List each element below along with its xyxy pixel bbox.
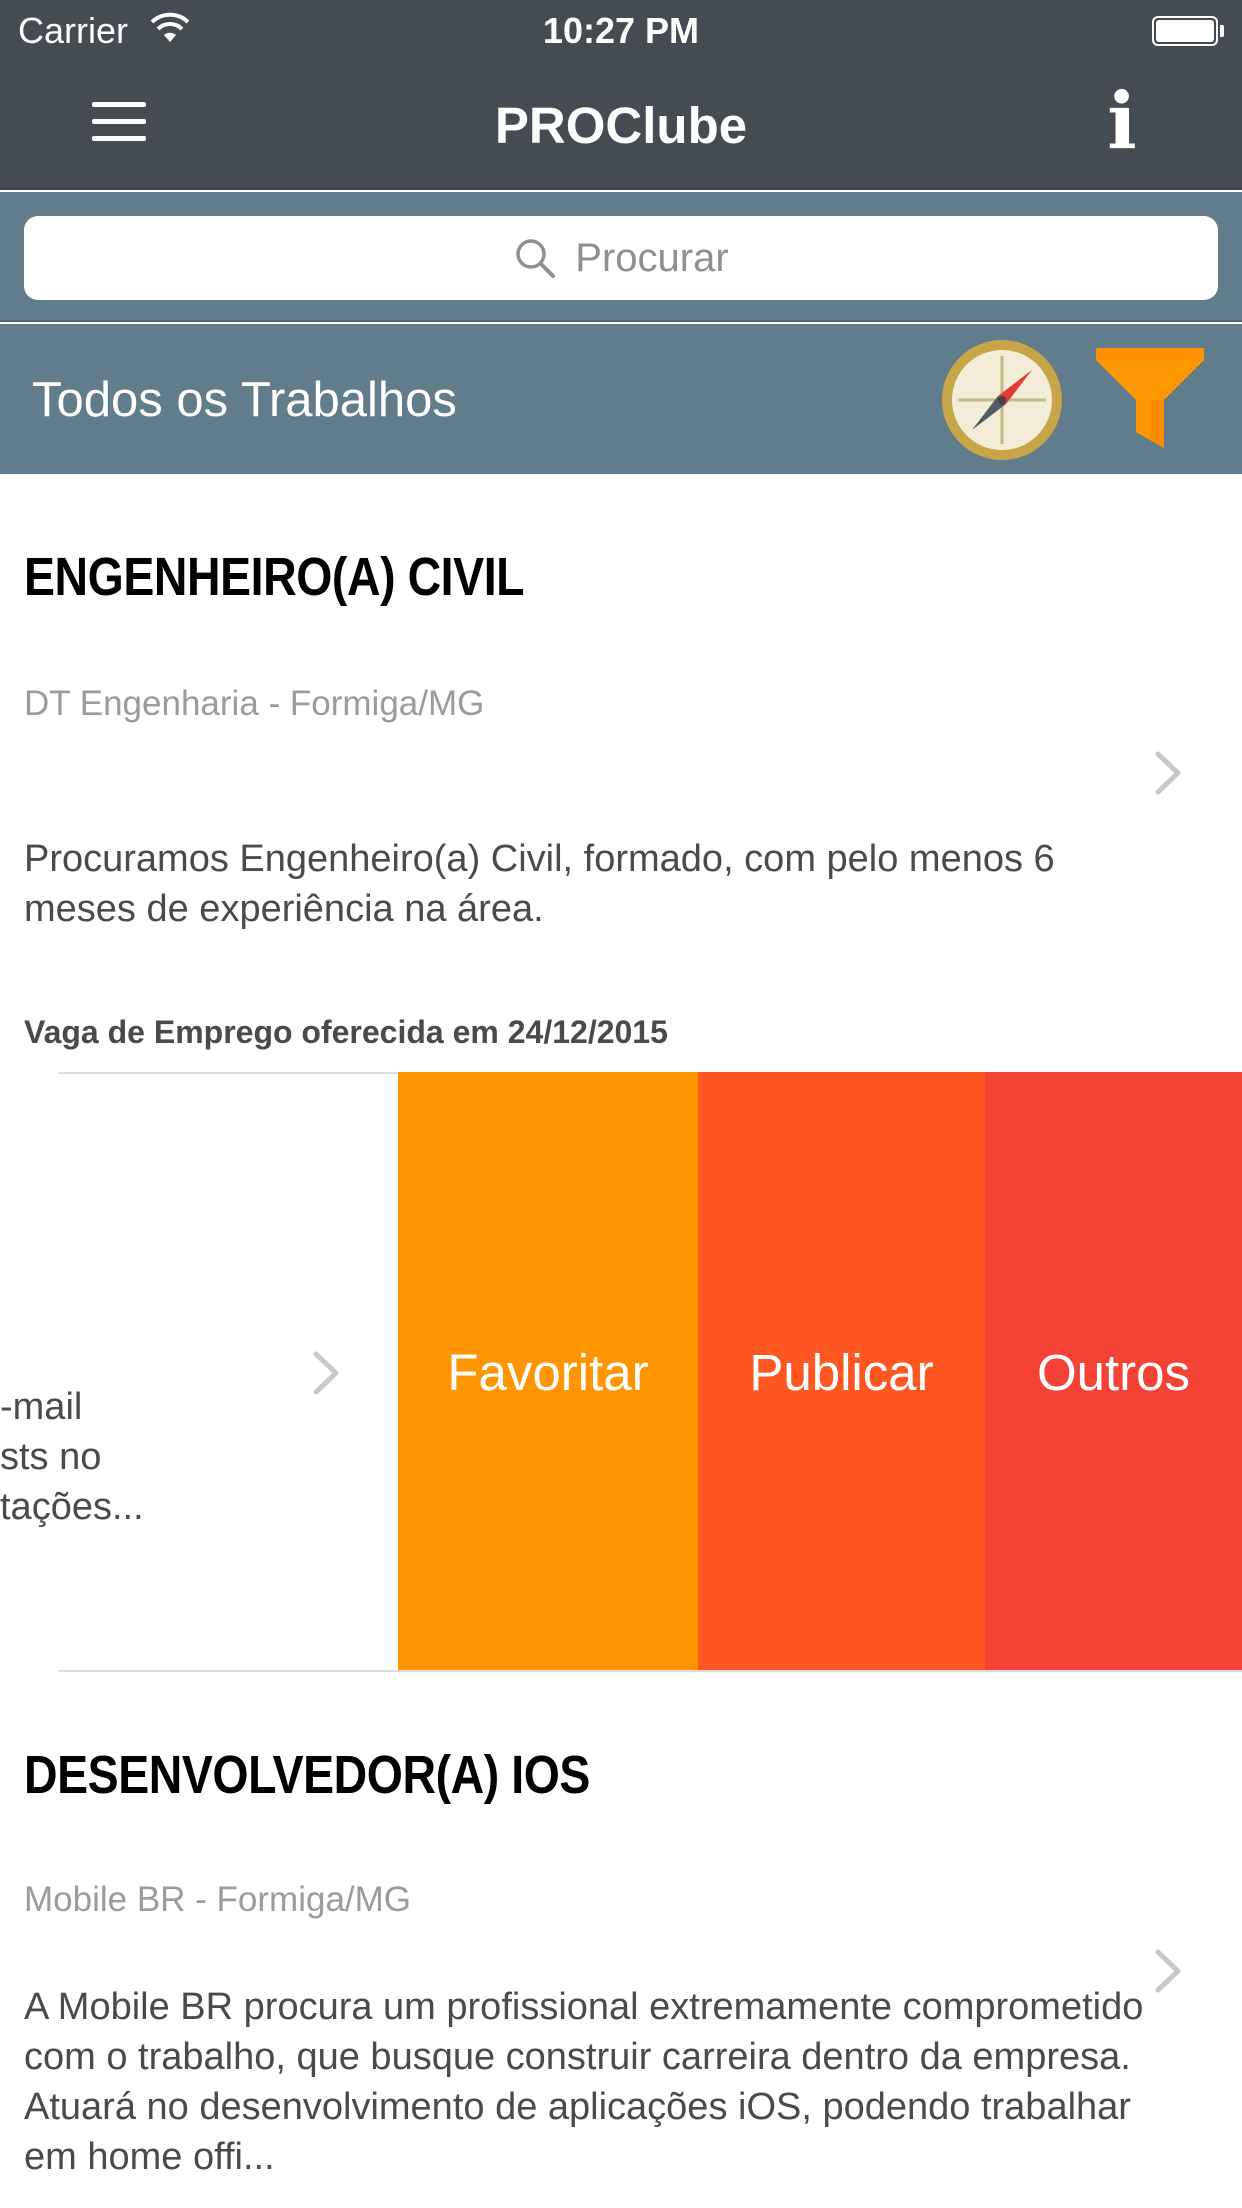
job-description: A Mobile BR procura um profissional extr… <box>24 1986 1144 2178</box>
outros-button[interactable]: Outros <box>985 1072 1242 1672</box>
navigation-bar: PROClube i <box>0 60 1242 190</box>
job-company: Mobile BR - Formiga/MG <box>24 1880 412 1919</box>
app-screen: Carrier 10:27 PM PROClube i Procurar Tod… <box>0 0 1242 2208</box>
swiped-row-text: -mail sts no tações... <box>0 1382 144 1532</box>
job-card-2[interactable]: DESENVOLVEDOR(A) IOS Mobile BR - Formiga… <box>0 1674 1242 2208</box>
job-company: DT Engenharia - Formiga/MG <box>24 684 485 723</box>
swiped-text-line: -mail <box>0 1386 83 1428</box>
status-bar: Carrier 10:27 PM <box>0 0 1242 60</box>
job-description: Procuramos Engenheiro(a) Civil, formado,… <box>24 838 1055 930</box>
job-title: DESENVOLVEDOR(A) IOS <box>24 1745 590 1805</box>
status-time: 10:27 PM <box>542 10 700 51</box>
info-icon[interactable]: i <box>1094 82 1150 162</box>
publicar-button[interactable]: Publicar <box>698 1072 985 1672</box>
swiped-job-row[interactable]: -mail sts no tações... Favoritar Publica… <box>0 1072 1242 1672</box>
row-separator <box>58 1670 1242 1672</box>
search-input[interactable]: Procurar <box>24 216 1218 300</box>
app-title: PROClube <box>494 97 748 154</box>
job-card-1[interactable]: ENGENHEIRO(A) CIVIL DT Engenharia - Form… <box>0 476 1242 1072</box>
battery-tip <box>1220 25 1224 37</box>
compass-icon[interactable] <box>940 338 1064 462</box>
battery-icon <box>1152 16 1218 46</box>
chevron-right-icon[interactable] <box>1148 1946 1188 1996</box>
chevron-right-icon[interactable] <box>1148 748 1188 798</box>
chevron-right-icon[interactable] <box>306 1348 346 1398</box>
search-bar: Procurar <box>0 192 1242 322</box>
search-icon <box>516 239 556 278</box>
job-date: Vaga de Emprego oferecida em 24/12/2015 <box>24 1014 668 1050</box>
search-placeholder: Procurar <box>575 235 729 280</box>
job-title: ENGENHEIRO(A) CIVIL <box>24 547 525 607</box>
section-title: Todos os Trabalhos <box>32 373 457 427</box>
filter-icon[interactable] <box>1094 344 1206 456</box>
swiped-text-line: tações... <box>0 1486 144 1528</box>
section-header: Todos os Trabalhos <box>0 324 1242 474</box>
swiped-text-line: sts no <box>0 1436 102 1478</box>
favoritar-button[interactable]: Favoritar <box>398 1072 698 1672</box>
